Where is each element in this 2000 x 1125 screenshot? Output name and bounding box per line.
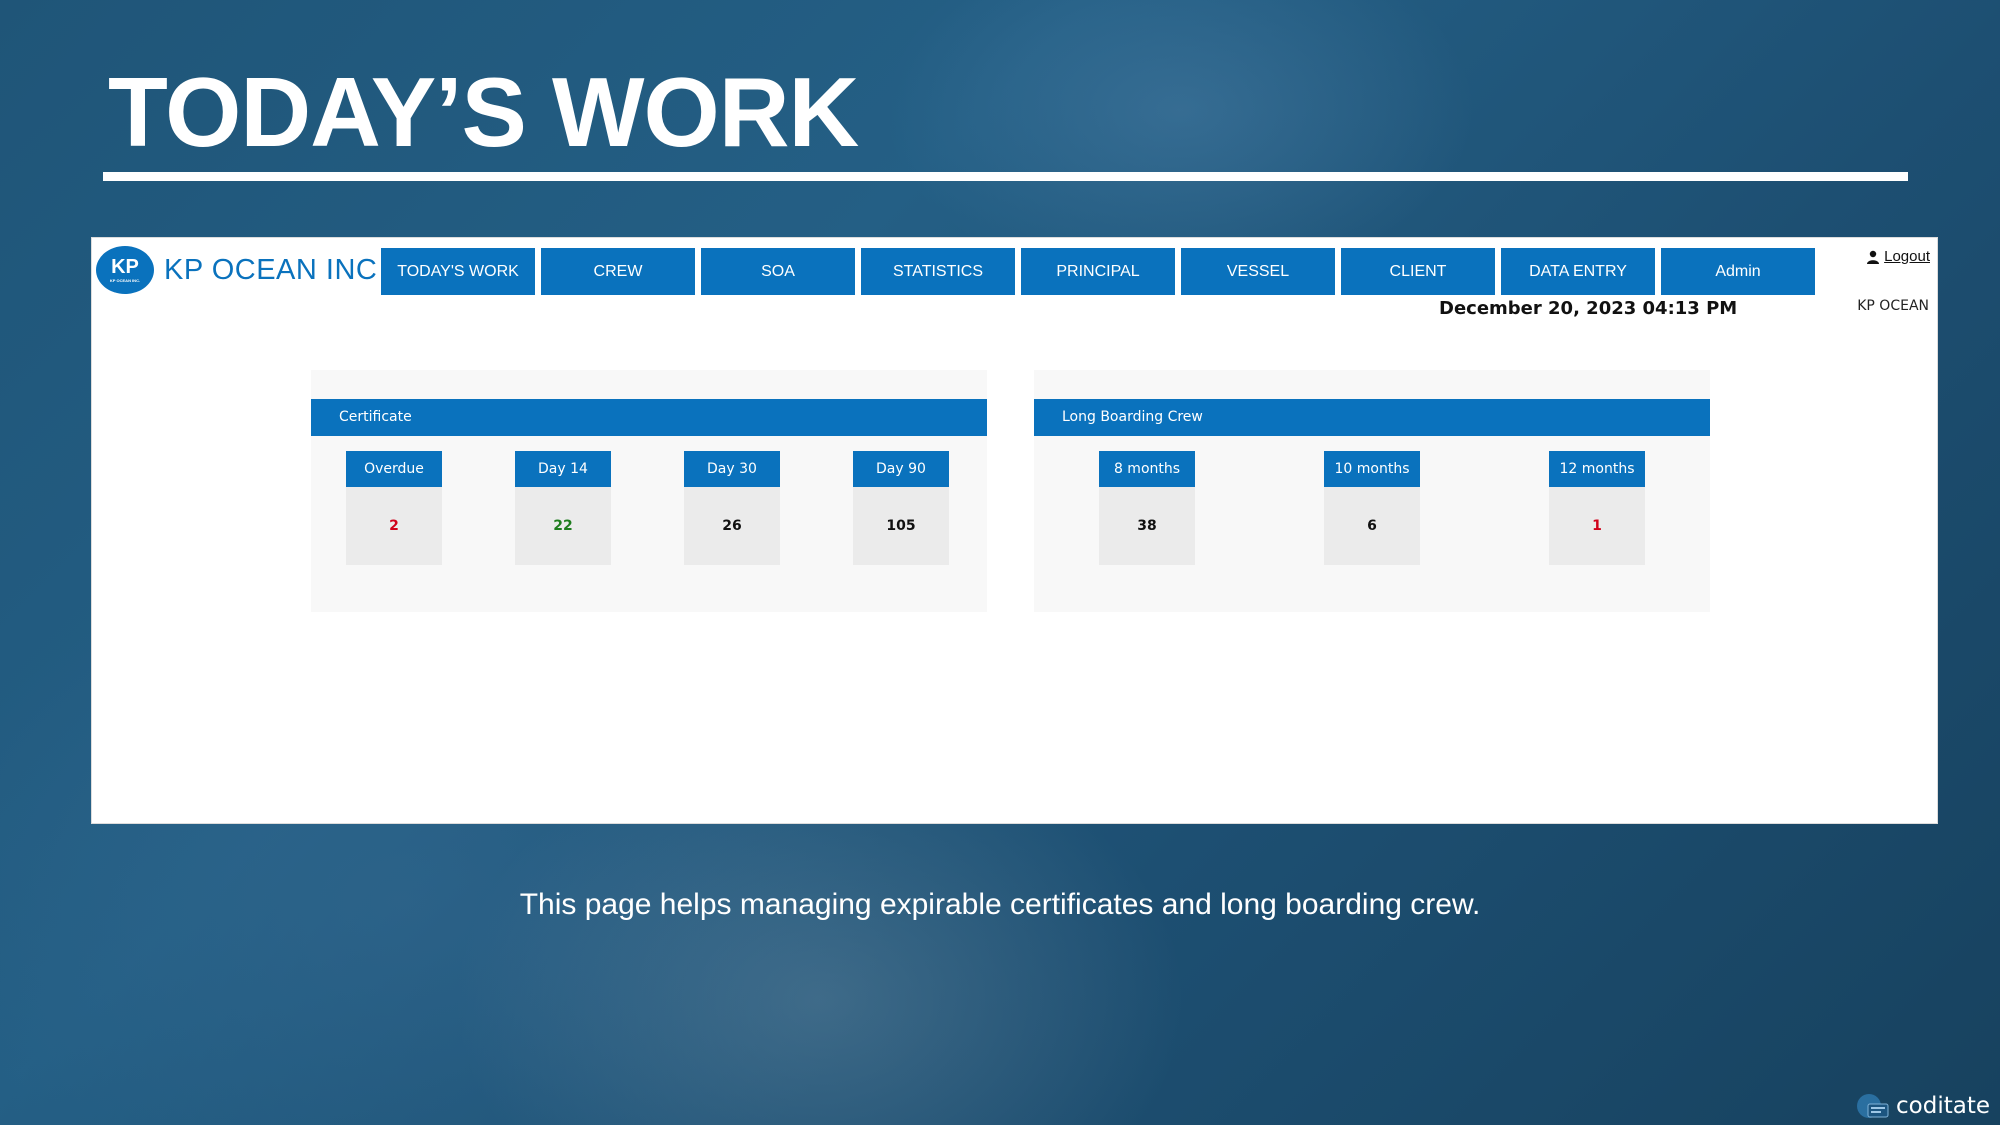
nav-admin[interactable]: Admin (1661, 248, 1815, 295)
certificate-overdue-card: Overdue 2 (346, 451, 442, 565)
current-datetime: December 20, 2023 04:13 PM (1439, 298, 1738, 319)
stat-value[interactable]: 105 (853, 487, 949, 565)
slide-title: TODAY’S WORK (108, 57, 859, 167)
logout-link[interactable]: Logout (1884, 248, 1930, 265)
logo-badge-subtext: KP OCEAN INC. (109, 278, 141, 283)
nav-client[interactable]: CLIENT (1341, 248, 1495, 295)
nav-statistics[interactable]: STATISTICS (861, 248, 1015, 295)
coditate-logo-icon (1857, 1094, 1889, 1118)
nav-todays-work[interactable]: TODAY'S WORK (381, 248, 535, 295)
stat-label[interactable]: Day 14 (515, 451, 611, 487)
nav-soa[interactable]: SOA (701, 248, 855, 295)
stat-value[interactable]: 38 (1099, 487, 1195, 565)
logo-badge-text: KP (111, 256, 139, 278)
long-boarding-8-months-card: 8 months 38 (1099, 451, 1195, 565)
stat-value[interactable]: 6 (1324, 487, 1420, 565)
long-boarding-10-months-card: 10 months 6 (1324, 451, 1420, 565)
certificate-panel: Certificate Overdue 2 Day 14 22 Day 30 2… (311, 370, 987, 612)
slide-caption: This page helps managing expirable certi… (519, 888, 1481, 921)
certificate-day30-card: Day 30 26 (684, 451, 780, 565)
nav-principal[interactable]: PRINCIPAL (1021, 248, 1175, 295)
certificate-panel-title: Certificate (311, 399, 987, 436)
stat-value[interactable]: 22 (515, 487, 611, 565)
stat-label[interactable]: 12 months (1549, 451, 1645, 487)
stat-value[interactable]: 2 (346, 487, 442, 565)
long-boarding-crew-panel: Long Boarding Crew 8 months 38 10 months… (1034, 370, 1710, 612)
certificate-day90-card: Day 90 105 (853, 451, 949, 565)
title-divider (103, 172, 1908, 181)
nav-vessel[interactable]: VESSEL (1181, 248, 1335, 295)
nav-data-entry[interactable]: DATA ENTRY (1501, 248, 1655, 295)
stat-label[interactable]: Overdue (346, 451, 442, 487)
main-nav: TODAY'S WORK CREW SOA STATISTICS PRINCIP… (381, 248, 1821, 295)
stat-label[interactable]: Day 90 (853, 451, 949, 487)
logout-area: Logout (1866, 248, 1930, 265)
stat-label[interactable]: Day 30 (684, 451, 780, 487)
user-icon (1867, 250, 1880, 264)
app-window: KP KP OCEAN INC. KP OCEAN INC TODAY'S WO… (91, 237, 1938, 824)
logo-badge: KP KP OCEAN INC. (96, 246, 154, 294)
certificate-day14-card: Day 14 22 (515, 451, 611, 565)
logo-text: KP OCEAN INC (164, 253, 378, 286)
long-boarding-12-months-card: 12 months 1 (1549, 451, 1645, 565)
long-boarding-panel-title: Long Boarding Crew (1034, 399, 1710, 436)
brand-text: coditate (1896, 1093, 1990, 1119)
stat-value[interactable]: 26 (684, 487, 780, 565)
brand-watermark: coditate (1856, 1093, 1990, 1119)
stat-label[interactable]: 10 months (1324, 451, 1420, 487)
company-logo[interactable]: KP KP OCEAN INC. KP OCEAN INC (96, 246, 377, 294)
stat-value[interactable]: 1 (1549, 487, 1645, 565)
stat-label[interactable]: 8 months (1099, 451, 1195, 487)
nav-crew[interactable]: CREW (541, 248, 695, 295)
company-name: KP OCEAN (1857, 298, 1929, 314)
